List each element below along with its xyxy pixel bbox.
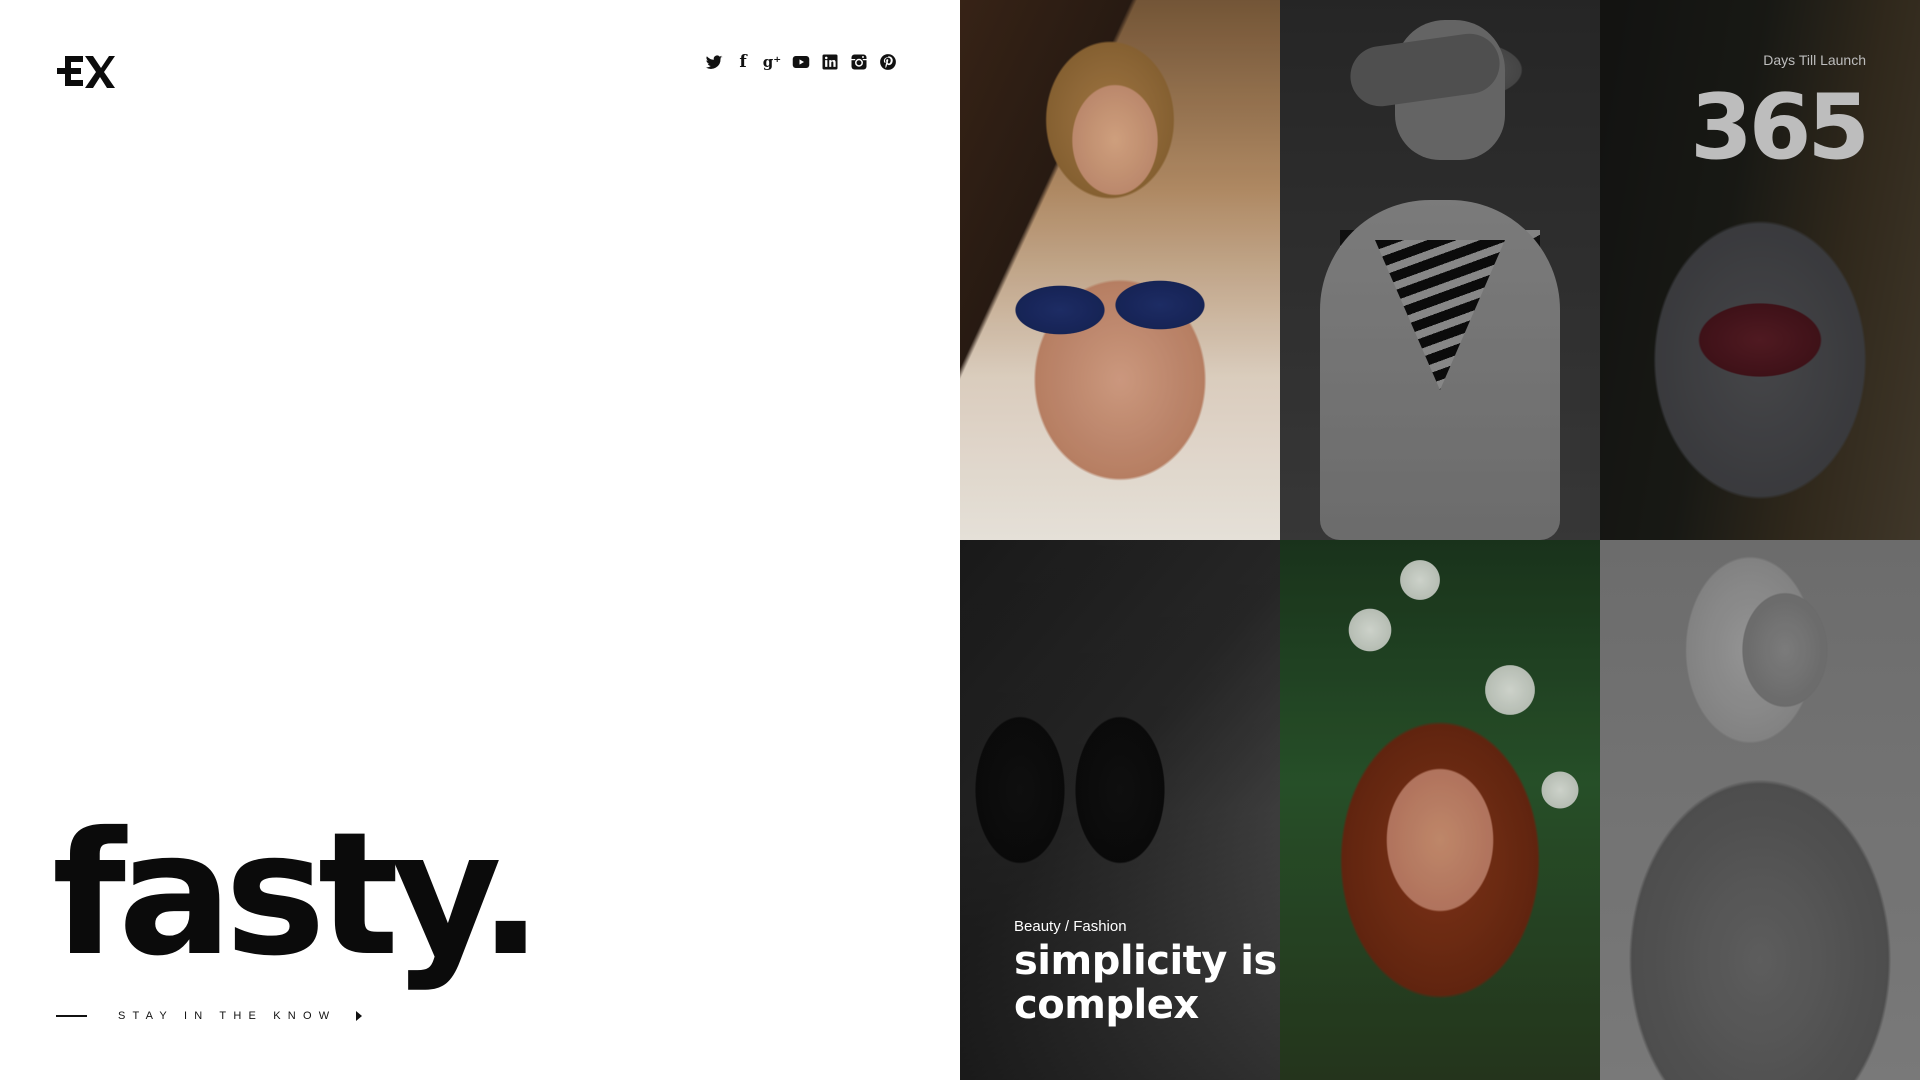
brand-name: fasty. — [52, 796, 543, 994]
photo-overlay — [960, 0, 1280, 540]
photo-overlay — [1280, 540, 1600, 1080]
photo-countdown: Days Till Launch 365 — [1600, 0, 1920, 540]
photo-overlay — [1600, 540, 1920, 1080]
google-plus-icon[interactable]: g⁺ — [762, 52, 782, 72]
left-panel: f g⁺ fasty. STAY IN THE KNOW — [0, 0, 960, 1080]
photo-gallery: Days Till Launch 365 Beauty / Fashion si… — [960, 0, 1920, 1080]
featured-title-line1: simplicity is — [1014, 938, 1277, 984]
facebook-icon[interactable]: f — [733, 52, 753, 72]
countdown-label: Days Till Launch — [1763, 52, 1866, 68]
photo-tattoo-couple[interactable] — [1280, 0, 1600, 540]
photo-overlay — [1280, 0, 1600, 540]
pinterest-icon[interactable] — [878, 52, 898, 72]
youtube-icon[interactable] — [791, 52, 811, 72]
instagram-icon[interactable] — [849, 52, 869, 72]
dash-divider — [56, 1015, 87, 1017]
photo-denim-sunglasses[interactable] — [1600, 540, 1920, 1080]
featured-category[interactable]: Beauty / Fashion — [1014, 918, 1280, 935]
social-links: f g⁺ — [704, 52, 898, 72]
twitter-icon[interactable] — [704, 52, 724, 72]
photo-woman-hammock[interactable] — [960, 0, 1280, 540]
featured-title-line2: complex — [1014, 982, 1199, 1028]
stay-in-the-know-label: STAY IN THE KNOW — [118, 1010, 337, 1022]
ex-logo[interactable] — [55, 52, 115, 90]
photo-featured-boots[interactable]: Beauty / Fashion simplicity is complex — [960, 540, 1280, 1080]
featured-caption: Beauty / Fashion simplicity is complex — [1014, 918, 1280, 1027]
featured-title[interactable]: simplicity is complex — [1014, 939, 1280, 1027]
play-arrow-icon — [356, 1011, 363, 1021]
linkedin-icon[interactable] — [820, 52, 840, 72]
stay-in-the-know-link[interactable]: STAY IN THE KNOW — [56, 1010, 363, 1022]
landing-page: f g⁺ fasty. STAY IN THE KNOW Days Till L… — [0, 0, 1920, 1080]
countdown-value: 365 — [1690, 75, 1870, 180]
photo-flowers-redhead[interactable] — [1280, 540, 1600, 1080]
